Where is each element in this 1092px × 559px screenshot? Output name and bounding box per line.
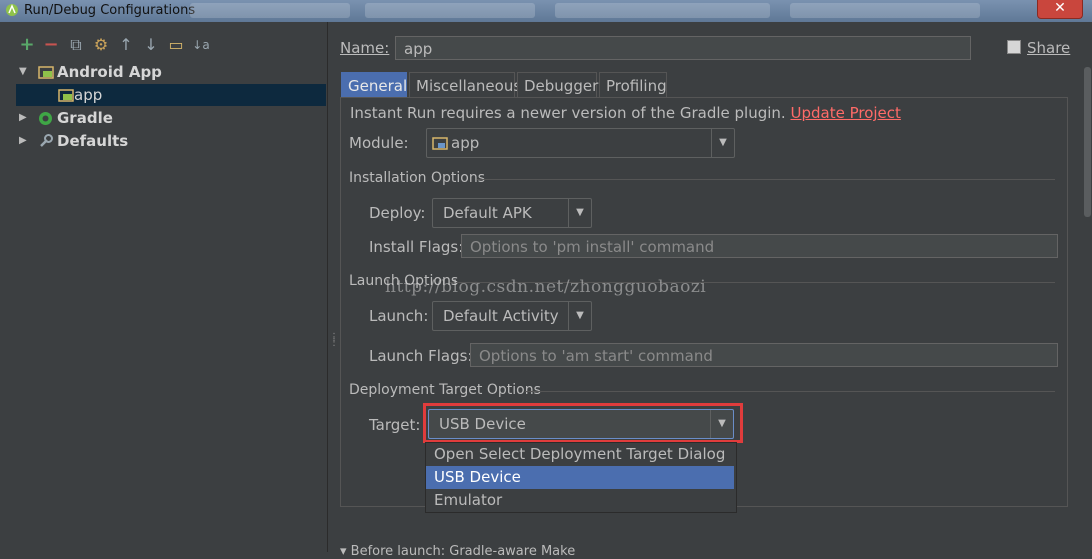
- scrollbar-thumb[interactable]: [1084, 67, 1091, 217]
- gradle-notice: Instant Run requires a newer version of …: [350, 104, 901, 122]
- name-input[interactable]: app: [395, 36, 971, 60]
- move-up-icon[interactable]: ↑: [117, 36, 135, 54]
- install-flags-input[interactable]: Options to 'pm install' command: [461, 234, 1058, 258]
- deploy-label: Deploy:: [369, 204, 426, 222]
- background-tab: [555, 3, 770, 18]
- tree-item-gradle[interactable]: ▶ Gradle: [16, 107, 326, 129]
- deploy-combo[interactable]: Default APK ▼: [432, 198, 592, 228]
- wrench-icon: [40, 134, 53, 147]
- module-folder-icon: [432, 137, 448, 150]
- target-option-usb-device[interactable]: USB Device: [426, 466, 734, 489]
- window-title: Run/Debug Configurations: [24, 3, 196, 18]
- title-bar: Run/Debug Configurations ✕: [0, 0, 1092, 22]
- target-dropdown-list: Open Select Deployment Target Dialog USB…: [425, 442, 737, 513]
- module-label: Module:: [349, 134, 409, 152]
- move-down-icon[interactable]: ↓: [142, 36, 160, 54]
- tree-item-label: app: [74, 86, 103, 104]
- chevron-down-icon[interactable]: ▼: [711, 129, 734, 157]
- collapsed-arrow-icon[interactable]: ▶: [19, 130, 27, 152]
- install-flags-label: Install Flags:: [369, 238, 464, 256]
- target-label: Target:: [369, 416, 421, 434]
- tab-debugger[interactable]: Debugger: [517, 72, 598, 98]
- module-combo[interactable]: app ▼: [426, 128, 735, 158]
- edit-defaults-icon[interactable]: ⚙: [92, 36, 110, 54]
- chevron-down-icon[interactable]: ▼: [568, 302, 591, 330]
- collapsed-arrow-icon[interactable]: ▶: [19, 107, 27, 129]
- launch-flags-label: Launch Flags:: [369, 347, 473, 365]
- divider: [477, 179, 1055, 180]
- watermark-text: http://blog.csdn.net/zhongguobaozi: [385, 277, 707, 297]
- installation-options-title: Installation Options: [349, 170, 486, 186]
- scrollbar[interactable]: [1083, 22, 1092, 552]
- target-option-emulator[interactable]: Emulator: [426, 489, 734, 512]
- android-studio-icon: [6, 4, 18, 16]
- configurations-tree-panel: + − ⧉ ⚙ ↑ ↓ ▭ ↓a ▼ Android App app ▶ Gra…: [0, 22, 328, 552]
- tab-profiling[interactable]: Profiling: [599, 72, 667, 98]
- share-checkbox[interactable]: [1007, 40, 1021, 54]
- chevron-down-icon[interactable]: ▼: [568, 199, 591, 227]
- name-label: Name:: [340, 39, 390, 57]
- highlight-box: [423, 403, 743, 443]
- update-project-link[interactable]: Update Project: [790, 104, 900, 122]
- copy-icon[interactable]: ⧉: [67, 36, 85, 54]
- app-config-icon: [58, 89, 74, 102]
- tree-item-label: Gradle: [57, 109, 113, 127]
- tree-item-label: Android App: [57, 63, 162, 81]
- tree-item-app[interactable]: app: [16, 84, 326, 106]
- background-tab: [365, 3, 535, 18]
- deployment-target-title: Deployment Target Options: [349, 382, 541, 398]
- android-app-folder-icon: [38, 66, 54, 79]
- expanded-arrow-icon[interactable]: ▼: [19, 61, 27, 83]
- deploy-value: Default APK: [443, 204, 532, 222]
- launch-value: Default Activity: [443, 307, 559, 325]
- divider: [525, 391, 1055, 392]
- target-option-open-dialog[interactable]: Open Select Deployment Target Dialog: [426, 443, 734, 466]
- tree-item-label: Defaults: [57, 132, 129, 150]
- install-flags-placeholder: Options to 'pm install' command: [470, 238, 715, 256]
- remove-icon[interactable]: −: [42, 36, 60, 54]
- launch-label: Launch:: [369, 307, 429, 325]
- add-icon[interactable]: +: [18, 36, 36, 54]
- tree-item-defaults[interactable]: ▶ Defaults: [16, 130, 326, 152]
- tab-general[interactable]: General: [341, 72, 407, 98]
- share-label: Share: [1027, 39, 1071, 57]
- launch-flags-input[interactable]: Options to 'am start' command: [470, 343, 1058, 367]
- background-tab: [190, 3, 350, 18]
- folder-icon[interactable]: ▭: [167, 36, 185, 54]
- sort-icon[interactable]: ↓a: [192, 36, 210, 54]
- module-value: app: [451, 134, 480, 152]
- gradle-icon: [39, 112, 52, 125]
- tree-item-android-app[interactable]: ▼ Android App: [16, 61, 326, 83]
- launch-combo[interactable]: Default Activity ▼: [432, 301, 592, 331]
- splitter-handle[interactable]: ⋮ ⋮: [329, 333, 339, 349]
- close-button[interactable]: ✕: [1037, 0, 1083, 19]
- tab-miscellaneous[interactable]: Miscellaneous: [409, 72, 521, 98]
- background-tab: [790, 3, 980, 18]
- launch-flags-placeholder: Options to 'am start' command: [479, 347, 713, 365]
